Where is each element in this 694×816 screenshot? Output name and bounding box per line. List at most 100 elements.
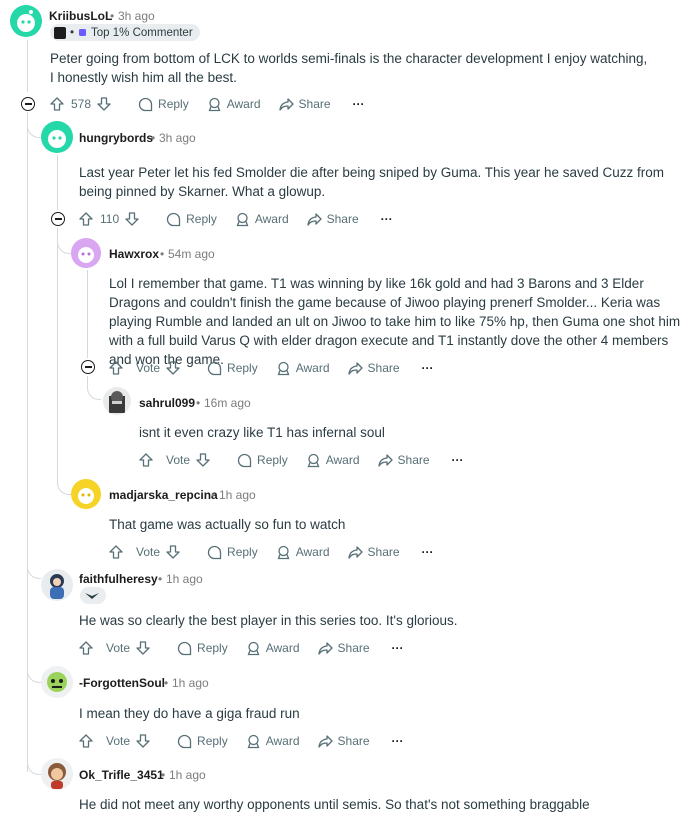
reply-button[interactable]: Reply bbox=[166, 212, 217, 227]
comment-author[interactable]: Hawxrox bbox=[109, 247, 159, 261]
comment-timestamp[interactable]: 54m ago bbox=[168, 247, 215, 261]
thread-line[interactable] bbox=[87, 270, 88, 358]
comment-body: He did not meet any worthy opponents unt… bbox=[79, 797, 590, 812]
vote-label: Vote bbox=[106, 641, 131, 655]
share-button[interactable]: Share bbox=[347, 545, 400, 560]
vote-label: Vote bbox=[166, 453, 191, 467]
downvote-icon[interactable] bbox=[166, 545, 180, 559]
avatar[interactable] bbox=[41, 758, 73, 790]
comment-body: Peter going from bottom of LCK to worlds… bbox=[50, 51, 648, 85]
upvote-icon[interactable] bbox=[139, 453, 153, 467]
downvote-icon[interactable] bbox=[97, 97, 111, 111]
snoo-avatar-icon bbox=[78, 247, 94, 263]
reply-button[interactable]: Reply bbox=[177, 641, 228, 656]
share-button[interactable]: Share bbox=[306, 212, 359, 227]
award-label: Award bbox=[325, 453, 360, 467]
comment-author[interactable]: faithfulheresy bbox=[79, 572, 158, 586]
reply-label: Reply bbox=[257, 453, 288, 467]
comment-separator: • bbox=[164, 676, 169, 690]
collapse-thread-button[interactable] bbox=[21, 97, 35, 111]
award-button[interactable]: Award bbox=[207, 97, 261, 112]
share-button[interactable]: Share bbox=[317, 641, 370, 656]
reply-button[interactable]: Reply bbox=[177, 734, 228, 749]
more-options-button[interactable]: ··· bbox=[422, 545, 434, 559]
comment-timestamp[interactable]: 3h ago bbox=[159, 131, 196, 145]
more-icon: ··· bbox=[421, 361, 434, 375]
comment-timestamp[interactable]: 1h ago bbox=[169, 768, 206, 782]
award-button[interactable]: Award bbox=[235, 212, 289, 227]
upvote-icon[interactable] bbox=[109, 545, 123, 559]
comment-author[interactable]: Ok_Trifle_3451 bbox=[79, 768, 164, 782]
avatar[interactable] bbox=[41, 569, 73, 601]
share-button[interactable]: Share bbox=[317, 734, 370, 749]
thread-line[interactable] bbox=[27, 40, 28, 92]
award-button[interactable]: Award bbox=[246, 734, 300, 749]
avatar[interactable] bbox=[41, 121, 73, 153]
downvote-icon[interactable] bbox=[166, 361, 180, 375]
more-options-button[interactable]: ··· bbox=[392, 734, 404, 748]
upvote-icon[interactable] bbox=[79, 212, 93, 226]
award-button[interactable]: Award bbox=[246, 641, 300, 656]
award-button[interactable]: Award bbox=[306, 453, 360, 468]
comment-author[interactable]: -ForgottenSoul bbox=[79, 676, 165, 690]
comment-timestamp[interactable]: 3h ago bbox=[118, 9, 155, 23]
avatar[interactable] bbox=[103, 387, 131, 415]
collapse-thread-button[interactable] bbox=[51, 212, 65, 226]
comment-author[interactable]: madjarska_repcina bbox=[109, 488, 218, 502]
avatar[interactable] bbox=[71, 238, 101, 268]
reply-label: Reply bbox=[197, 734, 228, 748]
more-options-button[interactable]: ··· bbox=[422, 361, 434, 375]
collapse-thread-button[interactable] bbox=[81, 360, 95, 374]
comment-timestamp[interactable]: 1h ago bbox=[219, 488, 256, 502]
avatar[interactable] bbox=[10, 5, 42, 37]
reply-button[interactable]: Reply bbox=[237, 453, 288, 468]
comment-timestamp[interactable]: 1h ago bbox=[166, 572, 203, 586]
reply-bubble-icon bbox=[207, 545, 222, 559]
share-icon bbox=[377, 453, 393, 467]
more-options-button[interactable]: ··· bbox=[392, 641, 404, 655]
reply-button[interactable]: Reply bbox=[138, 97, 189, 112]
downvote-icon[interactable] bbox=[196, 453, 210, 467]
more-options-button[interactable]: ··· bbox=[452, 453, 464, 467]
comment-actions: 578 Reply Award Share ··· bbox=[50, 93, 383, 115]
comment-timestamp[interactable]: 16m ago bbox=[204, 396, 251, 410]
award-icon bbox=[247, 734, 260, 748]
award-label: Award bbox=[265, 734, 300, 748]
share-icon bbox=[278, 97, 294, 111]
more-options-button[interactable]: ··· bbox=[353, 97, 365, 111]
award-label: Award bbox=[295, 545, 330, 559]
user-avatar-icon bbox=[47, 672, 67, 692]
more-options-button[interactable]: ··· bbox=[381, 212, 393, 226]
downvote-icon[interactable] bbox=[136, 641, 150, 655]
downvote-icon[interactable] bbox=[125, 212, 139, 226]
reply-button[interactable]: Reply bbox=[207, 545, 258, 560]
upvote-icon[interactable] bbox=[79, 734, 93, 748]
comment-author[interactable]: hungrybords bbox=[79, 131, 153, 145]
comment-timestamp[interactable]: 1h ago bbox=[172, 676, 209, 690]
avatar[interactable] bbox=[41, 666, 73, 698]
downvote-icon[interactable] bbox=[136, 734, 150, 748]
avatar[interactable] bbox=[71, 479, 101, 509]
vote-label: Vote bbox=[136, 361, 161, 375]
thread-line[interactable] bbox=[57, 155, 58, 210]
more-icon: ··· bbox=[421, 545, 434, 559]
thread-line[interactable] bbox=[57, 228, 58, 486]
award-label: Award bbox=[295, 361, 330, 375]
upvote-icon[interactable] bbox=[109, 361, 123, 375]
reply-button[interactable]: Reply bbox=[207, 361, 258, 376]
share-label: Share bbox=[337, 734, 370, 748]
more-icon: ··· bbox=[380, 212, 393, 226]
more-icon: ··· bbox=[352, 97, 365, 111]
thread-branch bbox=[57, 481, 71, 495]
more-icon: ··· bbox=[451, 453, 464, 467]
upvote-icon[interactable] bbox=[79, 641, 93, 655]
reply-bubble-icon bbox=[177, 641, 192, 655]
share-button[interactable]: Share bbox=[377, 453, 430, 468]
share-button[interactable]: Share bbox=[278, 97, 331, 112]
award-button[interactable]: Award bbox=[276, 545, 330, 560]
upvote-icon[interactable] bbox=[50, 97, 64, 111]
comment-author[interactable]: KriibusLoL bbox=[49, 9, 112, 23]
share-button[interactable]: Share bbox=[347, 361, 400, 376]
comment-author[interactable]: sahrul099 bbox=[139, 396, 195, 410]
award-button[interactable]: Award bbox=[276, 361, 330, 376]
